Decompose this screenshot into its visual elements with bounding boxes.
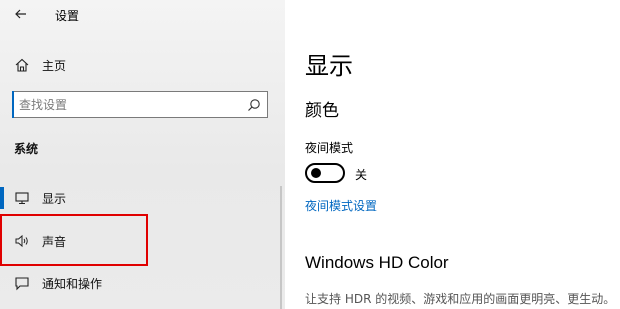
back-button[interactable] — [12, 5, 30, 23]
search-icon[interactable] — [247, 98, 261, 112]
back-arrow-icon — [15, 9, 26, 19]
sidebar-scrollbar[interactable] — [280, 186, 282, 309]
sidebar-item-sound[interactable]: 声音 — [0, 226, 280, 256]
sidebar-item-label: 显示 — [42, 192, 67, 206]
color-section-title: 颜色 — [305, 101, 339, 121]
notification-icon — [15, 277, 29, 291]
sidebar-item-label: 主页 — [42, 59, 67, 73]
search-input[interactable] — [19, 96, 239, 114]
home-icon — [15, 58, 29, 72]
toggle-knob — [311, 168, 321, 178]
hd-color-description: 让支持 HDR 的视频、游戏和应用的画面更明亮、更生动。 — [305, 292, 616, 306]
hd-color-title: Windows HD Color — [305, 253, 449, 272]
night-mode-label: 夜间模式 — [305, 141, 354, 155]
sidebar-item-label: 通知和操作 — [42, 277, 103, 291]
sidebar: 设置 主页 系统 显示 声音 通知和操作 — [0, 0, 285, 309]
sidebar-item-display[interactable]: 显示 — [0, 183, 280, 213]
section-label: 系统 — [14, 142, 39, 156]
night-mode-settings-link[interactable]: 夜间模式设置 — [305, 197, 377, 214]
sidebar-item-notifications[interactable]: 通知和操作 — [0, 268, 280, 298]
app-title: 设置 — [55, 9, 80, 23]
search-box[interactable] — [12, 91, 268, 118]
monitor-icon — [15, 192, 29, 205]
sidebar-item-home[interactable]: 主页 — [0, 50, 280, 80]
night-mode-toggle[interactable] — [305, 163, 345, 183]
night-mode-state: 关 — [355, 168, 368, 182]
page-title: 显示 — [305, 52, 353, 80]
sidebar-item-label: 声音 — [42, 235, 67, 249]
speaker-icon — [15, 234, 28, 248]
main-content: 显示 颜色 夜间模式 关 夜间模式设置 Windows HD Color 让支持… — [285, 0, 620, 309]
